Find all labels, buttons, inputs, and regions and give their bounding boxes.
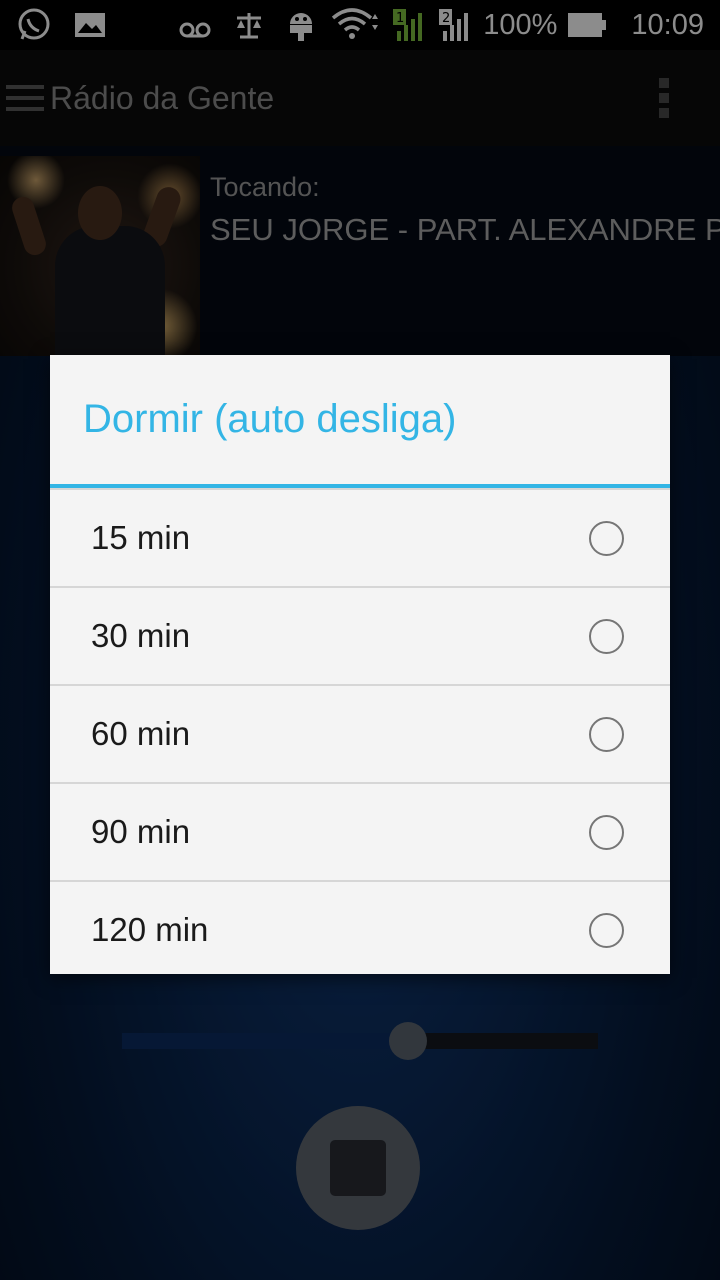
option-60-min[interactable]: 60 min xyxy=(50,684,670,782)
option-120-min[interactable]: 120 min xyxy=(50,880,670,978)
radio-button[interactable] xyxy=(589,716,624,752)
option-label: 30 min xyxy=(91,617,191,654)
sleep-timer-dialog: Dormir (auto desliga) 15 min 30 min 60 m… xyxy=(50,355,670,974)
radio-button[interactable] xyxy=(589,814,624,850)
option-30-min[interactable]: 30 min xyxy=(50,586,670,684)
option-15-min[interactable]: 15 min xyxy=(50,488,670,586)
option-label: 90 min xyxy=(91,813,191,850)
radio-button[interactable] xyxy=(589,912,624,948)
option-label: 15 min xyxy=(91,519,191,556)
option-label: 60 min xyxy=(91,715,191,752)
radio-button[interactable] xyxy=(589,618,624,654)
option-90-min[interactable]: 90 min xyxy=(50,782,670,880)
dialog-title: Dormir (auto desliga) xyxy=(83,397,457,441)
option-label: 120 min xyxy=(91,911,209,948)
radio-button[interactable] xyxy=(589,520,624,556)
